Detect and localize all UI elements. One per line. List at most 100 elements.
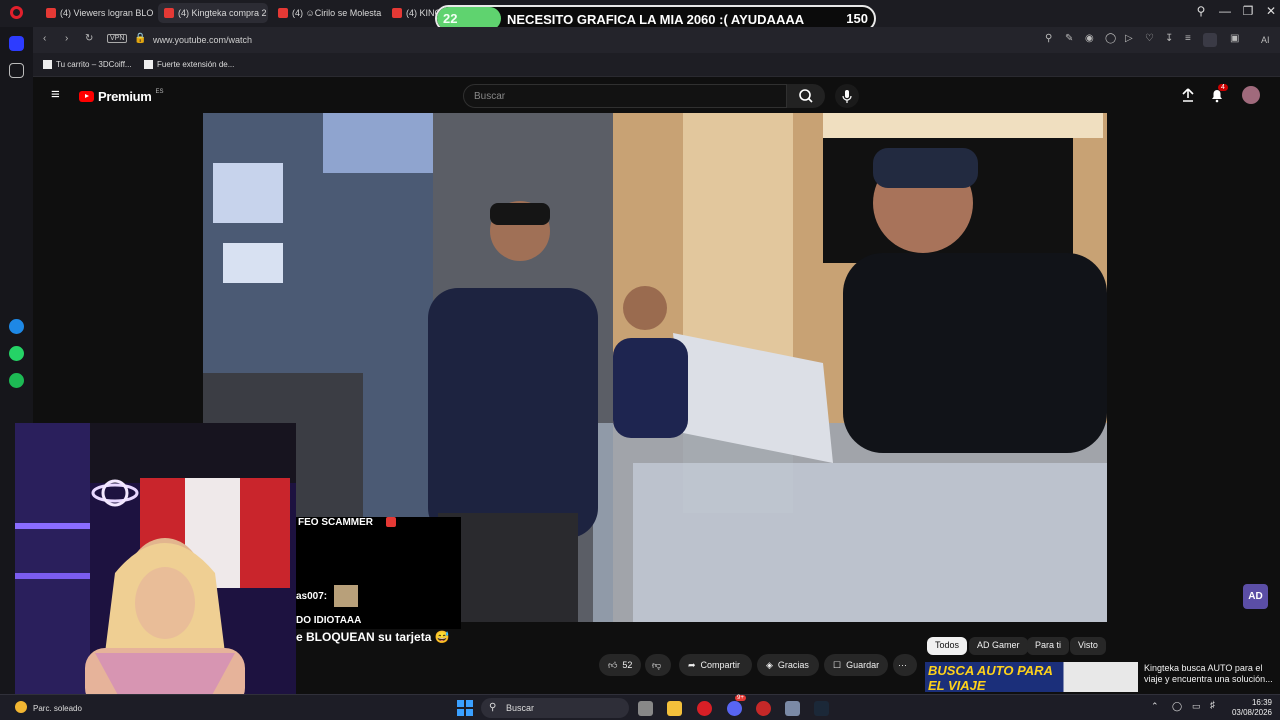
url-field[interactable]: www.youtube.com/watch xyxy=(153,35,252,45)
upload-icon[interactable] xyxy=(1180,87,1196,103)
discord-icon[interactable]: 9+ xyxy=(727,695,746,716)
address-bar: ‹ › ↻ VPN 🔒 www.youtube.com/watch ⚲ ✎ ◉ … xyxy=(33,27,1280,53)
share-button[interactable]: ➦ Compartir xyxy=(679,654,752,676)
microphone-icon[interactable]: ◯ xyxy=(1172,701,1182,712)
clock-time: 16:39 xyxy=(1251,698,1272,707)
save-button[interactable]: ☐ Guardar xyxy=(824,654,888,676)
bookmarks-bar: Tu carrito – 3DCoiff... Fuerte extensión… xyxy=(33,53,1280,77)
avatar[interactable] xyxy=(1242,86,1260,104)
notification-badge: 4 xyxy=(1218,84,1228,91)
tab-label: (4) ☺Cirilo se Molesta po xyxy=(292,8,382,18)
close-icon[interactable]: ✕ xyxy=(1261,4,1280,18)
more-actions-button[interactable]: ··· xyxy=(893,654,917,676)
like-count: 52 xyxy=(622,660,633,670)
search-input[interactable] xyxy=(474,91,774,102)
video-title: e BLOQUEAN su tarjeta 😅 xyxy=(296,630,450,644)
spotify-icon[interactable] xyxy=(9,373,24,388)
tab-kingteka-compra[interactable]: (4) Kingteka compra 2 xyxy=(158,3,268,23)
chip-ad-gamer[interactable]: AD Gamer xyxy=(969,637,1028,655)
thumbnail-text: BUSCA AUTO PARA EL VIAJE xyxy=(928,663,1053,692)
task-view-icon[interactable] xyxy=(638,701,653,716)
messenger-icon[interactable] xyxy=(9,319,24,334)
youtube-premium-logo[interactable]: Premium ES xyxy=(79,89,164,104)
settings-icon[interactable] xyxy=(785,701,800,716)
search-icon xyxy=(799,89,813,103)
youtube-favicon-icon xyxy=(392,8,402,18)
streamer-webcam xyxy=(15,423,296,708)
channel-watermark[interactable]: AD xyxy=(1243,584,1268,609)
forward-icon[interactable]: › xyxy=(65,33,68,44)
steam-icon[interactable] xyxy=(814,701,829,716)
thumbs-up-icon: 👍︎ xyxy=(608,659,618,670)
voice-search-button[interactable] xyxy=(835,84,859,108)
bookmark-item[interactable]: Fuerte extensión de... xyxy=(144,60,234,69)
play-icon[interactable]: ▷ xyxy=(1125,33,1133,44)
dislike-button[interactable]: 👎︎ xyxy=(645,654,671,676)
monitor-icon[interactable]: ▭ xyxy=(1192,701,1201,712)
chip-para-ti[interactable]: Para ti xyxy=(1027,637,1070,655)
bookmark-favicon-icon xyxy=(144,60,153,69)
taskbar-search[interactable]: ⚲ Buscar xyxy=(481,698,629,718)
tab-label: (4) Kingteka compra 2 xyxy=(178,8,267,18)
weather-label[interactable]: Parc. soleado xyxy=(33,704,82,713)
chat-overlay: FEO SCAMMER as007: DO IDIOTAAA xyxy=(296,517,461,629)
profile-icon[interactable] xyxy=(1203,33,1217,47)
tab-cirilo[interactable]: (4) ☺Cirilo se Molesta po xyxy=(272,3,382,23)
whatsapp-icon[interactable] xyxy=(9,346,24,361)
tab-viewers[interactable]: (4) Viewers logran BLO xyxy=(40,3,155,23)
goal-current: 22 xyxy=(443,11,458,26)
chip-todos[interactable]: Todos xyxy=(927,637,968,655)
lock-icon: 🔒 xyxy=(134,33,147,44)
file-explorer-icon[interactable] xyxy=(667,701,682,716)
opera-logo-icon[interactable] xyxy=(10,6,23,19)
bookmark-item[interactable]: Tu carrito – 3DCoiff... xyxy=(43,60,132,69)
download-icon[interactable]: ↧ xyxy=(1165,33,1173,44)
weather-icon[interactable] xyxy=(15,701,27,713)
more-icon: ··· xyxy=(898,660,907,670)
home-icon[interactable] xyxy=(9,36,24,51)
star-icon[interactable] xyxy=(9,63,24,78)
back-icon[interactable]: ‹ xyxy=(43,33,46,44)
search-icon[interactable]: ⚲ xyxy=(1045,33,1052,44)
like-button[interactable]: 👍︎ 52 xyxy=(599,654,641,676)
vpn-badge[interactable]: VPN xyxy=(107,34,128,43)
cube-icon[interactable]: ▣ xyxy=(1230,33,1239,44)
minimize-icon[interactable]: — xyxy=(1215,4,1235,18)
system-clock[interactable]: 16:39 03/08/2026 xyxy=(1232,698,1272,718)
chevron-up-icon[interactable]: ⌃ xyxy=(1151,701,1159,712)
recommended-video-title[interactable]: Kingteka busca AUTO para el viaje y encu… xyxy=(1144,663,1274,685)
search-box[interactable] xyxy=(463,84,787,108)
tab-search-icon[interactable]: ⚲ xyxy=(1191,4,1211,18)
goal-text: NECESITO GRAFICA LA MIA 2060 :( AYUDAAAA xyxy=(507,12,805,27)
volume-icon[interactable]: ♯ xyxy=(1210,700,1215,711)
bookmark-label: Tu carrito – 3DCoiff... xyxy=(56,60,132,69)
shield-icon[interactable]: ◯ xyxy=(1105,33,1116,44)
thanks-button[interactable]: ◈ Gracias xyxy=(757,654,819,676)
app-icon[interactable] xyxy=(756,701,771,716)
opera-icon[interactable] xyxy=(697,701,712,716)
hamburger-menu-icon[interactable]: ≡ xyxy=(51,86,60,103)
windows-start-icon[interactable] xyxy=(457,700,473,716)
tab-label: (4) Viewers logran BLO xyxy=(60,8,154,18)
chip-visto[interactable]: Visto xyxy=(1070,637,1106,655)
recommended-video-thumbnail[interactable]: BUSCA AUTO PARA EL VIAJE xyxy=(925,662,1138,692)
restore-icon[interactable]: ❐ xyxy=(1238,4,1258,18)
taskbar-search-label: Buscar xyxy=(506,703,535,713)
goal-total: 150 xyxy=(846,11,868,26)
clock-date: 03/08/2026 xyxy=(1231,708,1272,717)
tab-kingt[interactable]: (4) KINGT xyxy=(386,3,441,23)
emote-icon xyxy=(386,517,396,527)
ai-button[interactable]: AI xyxy=(1261,35,1270,45)
share-label: Compartir xyxy=(700,660,741,670)
share-icon: ➦ xyxy=(688,659,696,670)
menu-icon[interactable]: ≡ xyxy=(1185,33,1191,44)
edit-icon[interactable]: ✎ xyxy=(1065,33,1073,44)
reload-icon[interactable]: ↻ xyxy=(85,33,93,44)
notifications-button[interactable]: 4 xyxy=(1209,84,1228,105)
camera-icon[interactable]: ◉ xyxy=(1085,33,1094,44)
heart-icon[interactable]: ♡ xyxy=(1145,33,1154,44)
microphone-icon xyxy=(842,90,852,103)
search-button[interactable] xyxy=(787,84,825,108)
youtube-play-icon xyxy=(79,91,94,102)
bookmark-label: Fuerte extensión de... xyxy=(157,60,235,69)
